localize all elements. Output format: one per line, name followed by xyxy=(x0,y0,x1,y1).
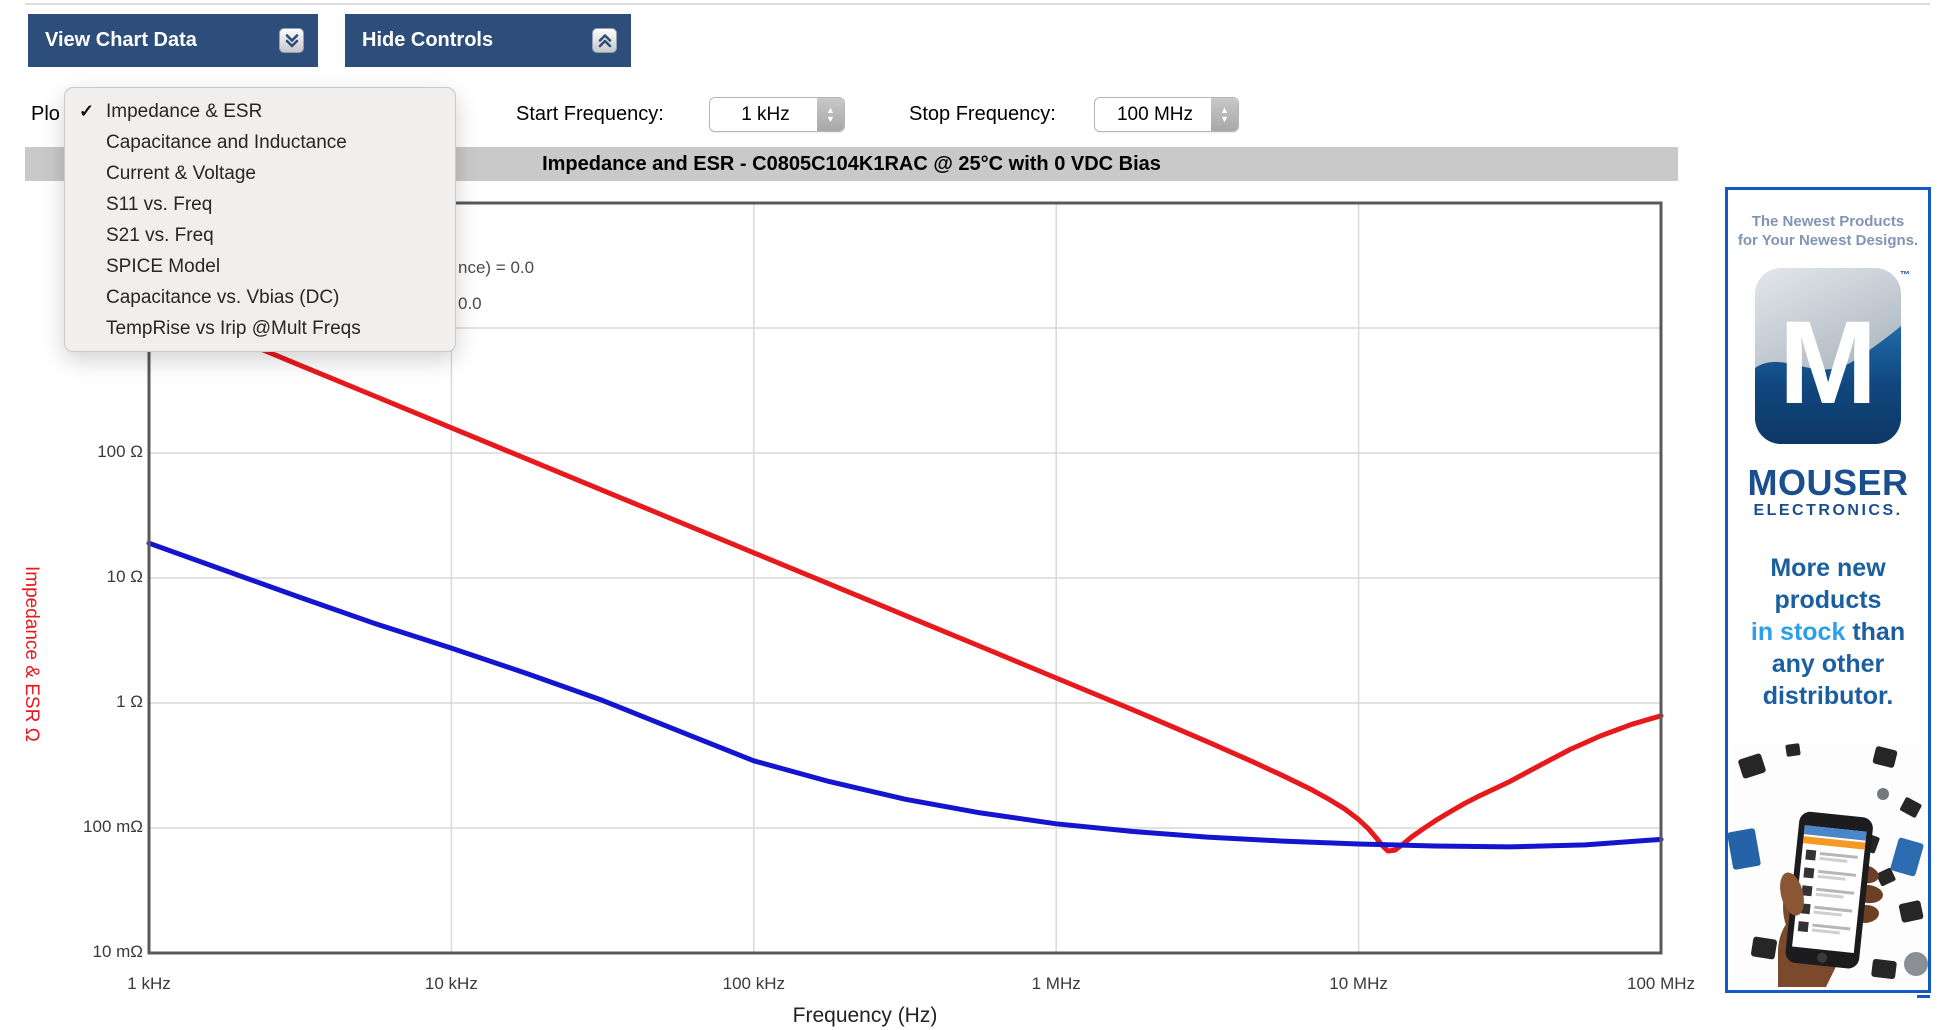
ad-photo-hand-phone xyxy=(1728,742,1928,992)
x-tick-label: 10 kHz xyxy=(396,974,506,994)
menu-item-label: Impedance & ESR xyxy=(106,101,262,122)
y-tick-label: 100 Ω xyxy=(23,442,143,462)
hide-controls-button[interactable]: Hide Controls xyxy=(345,14,631,67)
start-frequency-value: 1 kHz xyxy=(710,104,817,126)
mouser-ad-banner[interactable]: The Newest Products for Your Newest Desi… xyxy=(1725,187,1931,993)
ad-brand-name: MOUSER xyxy=(1728,462,1928,504)
x-tick-label: 100 kHz xyxy=(699,974,809,994)
chevron-double-down-icon xyxy=(279,28,304,53)
plot-type-label: Plo xyxy=(31,96,60,132)
chart-annotation-2: 0.0 xyxy=(458,294,482,314)
menu-item-label: S11 vs. Freq xyxy=(106,194,212,215)
x-axis-title: Frequency (Hz) xyxy=(665,1004,1065,1028)
start-frequency-select[interactable]: 1 kHz ▲▼ xyxy=(709,97,845,132)
checkmark-icon: ✓ xyxy=(79,96,103,127)
menu-item-label: SPICE Model xyxy=(106,256,220,277)
menu-item-temprise-vs-irip-mult-freqs[interactable]: TempRise vs Irip @Mult Freqs xyxy=(65,313,455,344)
ad-link-underscore[interactable] xyxy=(1917,995,1930,998)
plot-type-menu: ✓Impedance & ESR Capacitance and Inductan… xyxy=(64,87,456,352)
x-tick-label: 10 MHz xyxy=(1304,974,1414,994)
menu-item-spice-model[interactable]: SPICE Model xyxy=(65,251,455,282)
stop-frequency-select[interactable]: 100 MHz ▲▼ xyxy=(1094,97,1239,132)
x-tick-label: 100 MHz xyxy=(1606,974,1716,994)
menu-item-s21-vs-freq[interactable]: S21 vs. Freq xyxy=(65,220,455,251)
y-tick-label: 1 Ω xyxy=(23,692,143,712)
menu-item-current-voltage[interactable]: Current & Voltage xyxy=(65,158,455,189)
ad-promo-text: More new products in stock than any othe… xyxy=(1728,552,1928,712)
menu-item-label: Capacitance and Inductance xyxy=(106,132,347,153)
svg-text:M: M xyxy=(1779,297,1877,429)
view-chart-data-button[interactable]: View Chart Data xyxy=(28,14,318,67)
start-frequency-label: Start Frequency: xyxy=(516,96,664,132)
stop-frequency-value: 100 MHz xyxy=(1095,104,1211,126)
ad-brand-subname: ELECTRONICS. xyxy=(1728,502,1928,520)
x-tick-label: 1 MHz xyxy=(1001,974,1111,994)
chart-annotation-1: nce) = 0.0 xyxy=(458,258,534,278)
menu-item-label: TempRise vs Irip @Mult Freqs xyxy=(106,318,361,339)
stop-frequency-label: Stop Frequency: xyxy=(909,96,1056,132)
stepper-arrows-icon: ▲▼ xyxy=(817,98,844,131)
menu-item-label: Current & Voltage xyxy=(106,163,256,184)
menu-item-capacitance-vs-vbias-dc-[interactable]: Capacitance vs. Vbias (DC) xyxy=(65,282,455,313)
menu-item-label: Capacitance vs. Vbias (DC) xyxy=(106,287,339,308)
menu-item-capacitance-and-inductance[interactable]: Capacitance and Inductance xyxy=(65,127,455,158)
menu-item-s11-vs-freq[interactable]: S11 vs. Freq xyxy=(65,189,455,220)
x-tick-label: 1 kHz xyxy=(94,974,204,994)
page: View Chart Data Hide Controls Plo Start … xyxy=(0,0,1950,1030)
menu-item-label: S21 vs. Freq xyxy=(106,225,214,246)
y-tick-label: 10 Ω xyxy=(23,567,143,587)
ad-tagline: The Newest Products for Your Newest Desi… xyxy=(1728,212,1928,250)
view-chart-data-label: View Chart Data xyxy=(45,29,197,52)
y-tick-label: 100 mΩ xyxy=(23,817,143,837)
stepper-arrows-icon: ▲▼ xyxy=(1211,98,1238,131)
ad-promo-highlight: in stock xyxy=(1751,618,1845,646)
menu-item-impedance-esr[interactable]: ✓Impedance & ESR xyxy=(65,96,455,127)
trademark-symbol: ™ xyxy=(1900,270,1910,281)
chevron-double-up-icon xyxy=(592,28,617,53)
mouser-logo-icon: M xyxy=(1755,268,1901,449)
hide-controls-label: Hide Controls xyxy=(362,29,493,52)
y-tick-label: 10 mΩ xyxy=(23,942,143,962)
